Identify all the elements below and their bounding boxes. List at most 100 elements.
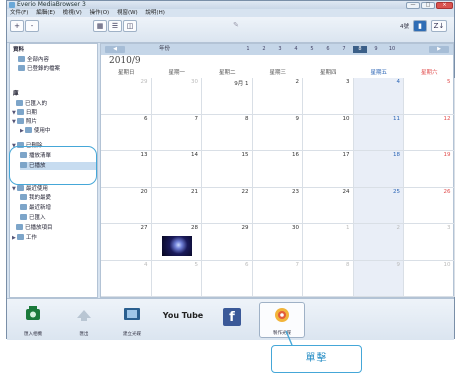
day-number: 7: [194, 115, 199, 122]
calendar-day-cell[interactable]: 3: [303, 78, 354, 115]
day-number: 10: [443, 261, 451, 268]
calendar-day-cell[interactable]: 15: [202, 151, 253, 188]
calendar-day-cell[interactable]: 5: [151, 260, 202, 297]
calendar-day-cell[interactable]: 24: [303, 187, 354, 224]
calendar-day-cell[interactable]: 9: [353, 260, 404, 297]
sidebar-item-imported[interactable]: 已匯入的: [16, 100, 47, 108]
year-tab[interactable]: 2: [257, 46, 271, 53]
calendar-day-cell[interactable]: 23: [252, 187, 303, 224]
calendar-day-cell[interactable]: 30: [252, 224, 303, 261]
sidebar-item-all[interactable]: 全部內容: [18, 56, 49, 64]
calendar-day-cell[interactable]: 7: [252, 260, 303, 297]
video-thumbnail[interactable]: [161, 236, 192, 256]
youtube-button[interactable]: You Tube: [159, 302, 207, 338]
calendar-day-cell[interactable]: 11: [353, 114, 404, 151]
calendar-day-cell[interactable]: 3: [404, 224, 455, 261]
facebook-button[interactable]: f: [210, 302, 254, 338]
day-number: 2: [295, 79, 300, 85]
year-tab[interactable]: 7: [337, 46, 351, 53]
calendar-day-cell[interactable]: 16: [252, 151, 303, 188]
minimize-button[interactable]: —: [406, 2, 420, 9]
calendar-day-cell[interactable]: 2: [252, 78, 303, 115]
menu-file[interactable]: 文件(F): [10, 10, 28, 16]
sidebar-item-imported2[interactable]: 已匯入: [20, 214, 46, 222]
day-number: 9: [295, 115, 300, 122]
calendar-day-cell[interactable]: 22: [202, 187, 253, 224]
calendar-day-cell[interactable]: 8: [303, 260, 354, 297]
next-year-button[interactable]: ▶: [429, 46, 449, 53]
calendar-day-cell[interactable]: 29: [202, 224, 253, 261]
sidebar-item-work[interactable]: ▶ 工作: [12, 234, 37, 242]
export-button[interactable]: 匯出: [62, 302, 106, 338]
sidebar-item-favorite[interactable]: 我的最愛: [20, 194, 51, 202]
calendar-day-cell[interactable]: 25: [353, 187, 404, 224]
year-tab[interactable]: 10: [385, 46, 399, 53]
remove-button[interactable]: -: [25, 20, 39, 32]
view-grid-button[interactable]: ◫: [123, 20, 137, 32]
sidebar-item-date[interactable]: ▼ 日期: [12, 109, 37, 117]
year-tab[interactable]: 4: [289, 46, 303, 53]
calendar-day-cell[interactable]: 10: [404, 260, 455, 297]
calendar-day-cell[interactable]: 27: [101, 224, 152, 261]
calendar-day-cell[interactable]: 28: [151, 224, 202, 261]
calendar-day-cell[interactable]: 20: [101, 187, 152, 224]
day-number: 22: [241, 188, 249, 195]
year-tab[interactable]: 8: [353, 46, 367, 53]
calendar-day-cell[interactable]: 19: [404, 151, 455, 188]
sidebar-item-played-items[interactable]: 已播放項目: [16, 224, 53, 232]
camera-icon: [16, 100, 23, 106]
year-tab[interactable]: 6: [321, 46, 335, 53]
calendar-day-cell[interactable]: 10: [303, 114, 354, 151]
calendar-day-cell[interactable]: 30: [151, 78, 202, 115]
calendar-day-cell[interactable]: 5: [404, 78, 455, 115]
calendar-day-cell[interactable]: 2: [353, 224, 404, 261]
calendar-day-cell[interactable]: 26: [404, 187, 455, 224]
calendar-day-cell[interactable]: 21: [151, 187, 202, 224]
sidebar-item-recently-added[interactable]: 最近新增: [20, 204, 51, 212]
maximize-button[interactable]: □: [421, 2, 435, 9]
close-button[interactable]: ×: [436, 2, 453, 9]
collapse-icon: ▶: [20, 128, 24, 134]
import-button[interactable]: 匯入相機: [11, 302, 55, 338]
level-icon[interactable]: ▮: [413, 20, 427, 32]
calendar-day-cell[interactable]: 17: [303, 151, 354, 188]
calendar-day-cell[interactable]: 14: [151, 151, 202, 188]
day-number: 7: [295, 261, 300, 268]
calendar-day-cell[interactable]: 13: [101, 151, 152, 188]
year-label: 年份: [159, 46, 171, 52]
menu-help[interactable]: 說明(H): [145, 10, 164, 16]
sidebar-item-recent[interactable]: ▼ 最近使用: [12, 185, 48, 193]
calendar-day-cell[interactable]: 6: [202, 260, 253, 297]
disc-button[interactable]: 建立光碟: [110, 302, 154, 338]
year-tab[interactable]: 3: [273, 46, 287, 53]
menu-edit[interactable]: 編輯(E): [36, 10, 55, 16]
menu-operate[interactable]: 操作(O): [90, 10, 110, 16]
calendar-day-cell[interactable]: 1: [303, 224, 354, 261]
add-button[interactable]: +: [10, 20, 24, 32]
view-calendar-button[interactable]: ▦: [93, 20, 107, 32]
calendar-day-cell[interactable]: 6: [101, 114, 152, 151]
menu-window[interactable]: 視窗(W): [117, 10, 138, 16]
calendar-day-cell[interactable]: 29: [101, 78, 152, 115]
calendar-day-cell[interactable]: 9: [252, 114, 303, 151]
year-tab[interactable]: 5: [305, 46, 319, 53]
prev-year-button[interactable]: ◀: [105, 46, 125, 53]
calendar-day-cell[interactable]: 4: [353, 78, 404, 115]
sidebar-item-in-use[interactable]: ▶ 使用中: [20, 127, 50, 135]
day-number: 13: [140, 152, 148, 158]
sidebar-item-photo[interactable]: ▼ 照片: [12, 118, 37, 126]
sidebar-item-registered[interactable]: 已登錄的檔案: [18, 65, 60, 73]
sort-button[interactable]: Z↓: [431, 20, 447, 32]
calendar-day-cell[interactable]: 7: [151, 114, 202, 151]
year-tab[interactable]: 1: [241, 46, 255, 53]
calendar-day-cell[interactable]: 18: [353, 151, 404, 188]
year-tab[interactable]: 9: [369, 46, 383, 53]
create-disc-button[interactable]: 製作光碟: [259, 302, 305, 338]
menu-view[interactable]: 檢視(V): [63, 10, 82, 16]
calendar-day-cell[interactable]: 12: [404, 114, 455, 151]
calendar-day-cell[interactable]: 9月 1: [202, 78, 253, 115]
calendar-day-cell[interactable]: 4: [101, 260, 152, 297]
view-list-button[interactable]: ☰: [108, 20, 122, 32]
calendar-day-cell[interactable]: 8: [202, 114, 253, 151]
edit-icon[interactable]: ✎: [229, 20, 243, 32]
